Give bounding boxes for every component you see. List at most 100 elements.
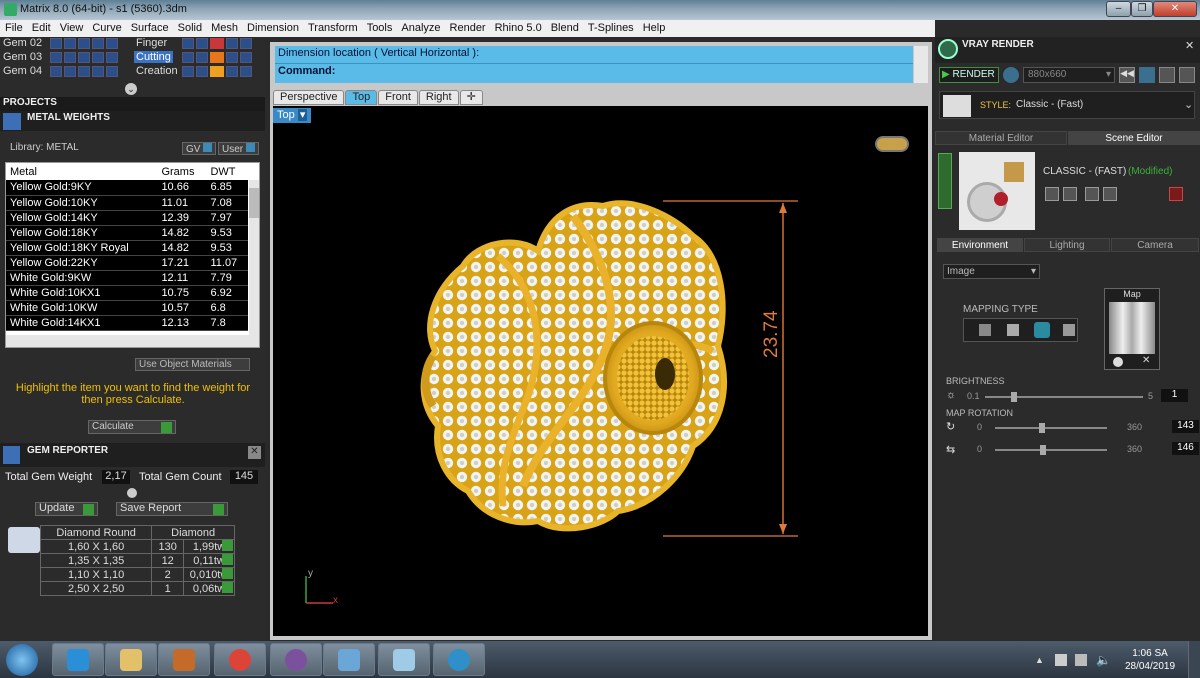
list-icon[interactable] — [1159, 67, 1175, 83]
command-input[interactable]: Command: — [275, 64, 913, 78]
visible-icon[interactable] — [64, 38, 76, 49]
update-button[interactable]: Update — [35, 502, 98, 516]
color-icon[interactable] — [106, 52, 118, 63]
cube-map-icon[interactable] — [1007, 324, 1019, 336]
brightness-slider[interactable] — [985, 392, 1143, 402]
tab-material-editor[interactable]: Material Editor — [935, 131, 1067, 145]
menu-mesh[interactable]: Mesh — [206, 20, 242, 37]
lock-icon[interactable] — [78, 66, 90, 77]
lock-icon[interactable] — [78, 52, 90, 63]
collapse-icon[interactable] — [127, 488, 137, 498]
menu-blend[interactable]: Blend — [546, 20, 583, 37]
tab-perspective[interactable]: Perspective — [273, 90, 345, 105]
tab-right[interactable]: Right — [418, 90, 459, 105]
material-icon[interactable] — [240, 66, 252, 77]
tab-lighting[interactable]: Lighting — [1024, 238, 1110, 252]
visible-icon[interactable] — [182, 38, 194, 49]
lock-icon[interactable] — [196, 52, 208, 63]
spherical-map-icon[interactable] — [1034, 322, 1050, 338]
minimize-button[interactable]: – — [1106, 1, 1131, 17]
tab-environment[interactable]: Environment — [937, 238, 1023, 252]
reset-icon[interactable] — [1169, 187, 1183, 201]
menu-surface[interactable]: Surface — [126, 20, 173, 37]
rotation-value[interactable]: 143 — [1172, 420, 1199, 433]
viber-icon[interactable] — [270, 643, 322, 676]
menu-dimension[interactable]: Dimension — [242, 20, 303, 37]
save-as-icon[interactable] — [1063, 187, 1077, 201]
layer-row[interactable]: Gem 04 Creation — [0, 65, 260, 78]
color-icon[interactable] — [226, 38, 238, 49]
table-row[interactable]: 1,10 X 1,10 2 0,010tw — [39, 567, 235, 582]
table-row[interactable]: Yellow Gold:22KY 17.21 11.07 — [6, 255, 248, 271]
menu-curve[interactable]: Curve — [87, 20, 125, 37]
flat-map-icon[interactable] — [979, 324, 991, 336]
tab-camera[interactable]: Camera — [1111, 238, 1199, 252]
table-row[interactable]: Yellow Gold:18KY Royal 14.82 9.53 — [6, 240, 248, 256]
maximize-button[interactable]: ❐ — [1131, 1, 1153, 17]
start-button[interactable] — [6, 644, 38, 676]
color-icon[interactable] — [226, 66, 238, 77]
vertical-scrollbar[interactable] — [249, 180, 259, 335]
color-icon[interactable] — [106, 66, 118, 77]
expand-icon[interactable] — [938, 153, 952, 209]
color-icon[interactable] — [226, 52, 238, 63]
close-button[interactable]: ✕ — [1153, 1, 1197, 17]
gv-toggle[interactable]: GV — [182, 142, 217, 155]
clock[interactable]: 1:06 SA 28/04/2019 — [1120, 647, 1180, 673]
metal-table[interactable]: Metal Grams DWT Yellow Gold:9KY 10.66 6.85… — [5, 162, 260, 348]
ring-model[interactable] — [273, 106, 928, 636]
chrome-icon[interactable] — [214, 643, 266, 676]
viewport-canvas[interactable]: Top ▾ 23.74 y x — [273, 106, 928, 636]
table-row[interactable]: 1,35 X 1,35 12 0,11tw — [39, 553, 235, 568]
select-gem-icon[interactable] — [222, 540, 233, 551]
table-row[interactable]: White Gold:9KW 12.11 7.79 — [6, 270, 248, 286]
select-gem-icon[interactable] — [222, 582, 233, 593]
collapse-icon[interactable]: ⌄ — [125, 83, 137, 95]
column-header[interactable]: Metal — [6, 163, 158, 180]
map-slot[interactable]: Map ✕ — [1104, 288, 1160, 370]
table-row[interactable]: White Gold:14KX1 12.13 7.8 — [6, 315, 248, 331]
grid-icon[interactable] — [1179, 67, 1195, 83]
rewind-icon[interactable]: ◀◀ — [1119, 67, 1135, 83]
internet-explorer-icon[interactable] — [52, 643, 104, 676]
gem-table[interactable]: Diamond Round Diamond 1,60 X 1,60 130 1,99… — [39, 525, 235, 596]
matrix-app-icon[interactable] — [433, 643, 485, 676]
material-icon[interactable] — [240, 38, 252, 49]
material-icon[interactable] — [240, 52, 252, 63]
notes-icon[interactable] — [378, 643, 430, 676]
visible-icon[interactable] — [50, 66, 62, 77]
user-toggle[interactable]: User — [218, 142, 259, 155]
rotation-slider-2[interactable] — [995, 445, 1107, 455]
visible-icon[interactable] — [64, 52, 76, 63]
menu-render[interactable]: Render — [445, 20, 490, 37]
save-icon[interactable] — [1045, 187, 1059, 201]
export-icon[interactable] — [1085, 187, 1099, 201]
style-dropdown[interactable]: STYLE: Classic - (Fast) ⌄ — [939, 91, 1195, 119]
add-tab-icon[interactable]: ✛ — [459, 90, 483, 105]
table-row[interactable]: White Gold:10KX1 10.75 6.92 — [6, 285, 248, 301]
menu-transform[interactable]: Transform — [303, 20, 362, 37]
table-row[interactable]: Yellow Gold:9KY 10.66 6.85 — [6, 180, 248, 196]
layer-color-swatch[interactable] — [210, 66, 224, 77]
menu-file[interactable]: File — [0, 20, 27, 37]
tab-top[interactable]: Top — [345, 90, 378, 105]
network-icon[interactable] — [1055, 654, 1067, 666]
close-icon[interactable]: ✕ — [1185, 39, 1194, 52]
menu-tsplines[interactable]: T-Splines — [583, 20, 638, 37]
table-row[interactable]: 1,60 X 1,60 130 1,99tw — [39, 539, 235, 554]
select-gem-icon[interactable] — [222, 568, 233, 579]
frame-buffer-icon[interactable] — [1139, 67, 1155, 83]
lock-icon[interactable] — [92, 66, 104, 77]
horizontal-scrollbar[interactable] — [6, 335, 259, 347]
table-row[interactable]: Yellow Gold:10KY 11.01 7.08 — [6, 195, 248, 211]
lock-icon[interactable] — [78, 38, 90, 49]
layer-row[interactable]: Gem 02 Finger — [0, 37, 260, 50]
lock-icon[interactable] — [196, 38, 208, 49]
command-scrollbar[interactable] — [914, 46, 928, 83]
menu-rhino[interactable]: Rhino 5.0 — [490, 20, 546, 37]
map-settings-icon[interactable] — [1113, 357, 1123, 367]
layer-row[interactable]: Gem 03 Cutting — [0, 51, 260, 64]
flag-icon[interactable] — [1075, 654, 1087, 666]
save-report-button[interactable]: Save Report — [116, 502, 228, 516]
visible-icon[interactable] — [50, 52, 62, 63]
